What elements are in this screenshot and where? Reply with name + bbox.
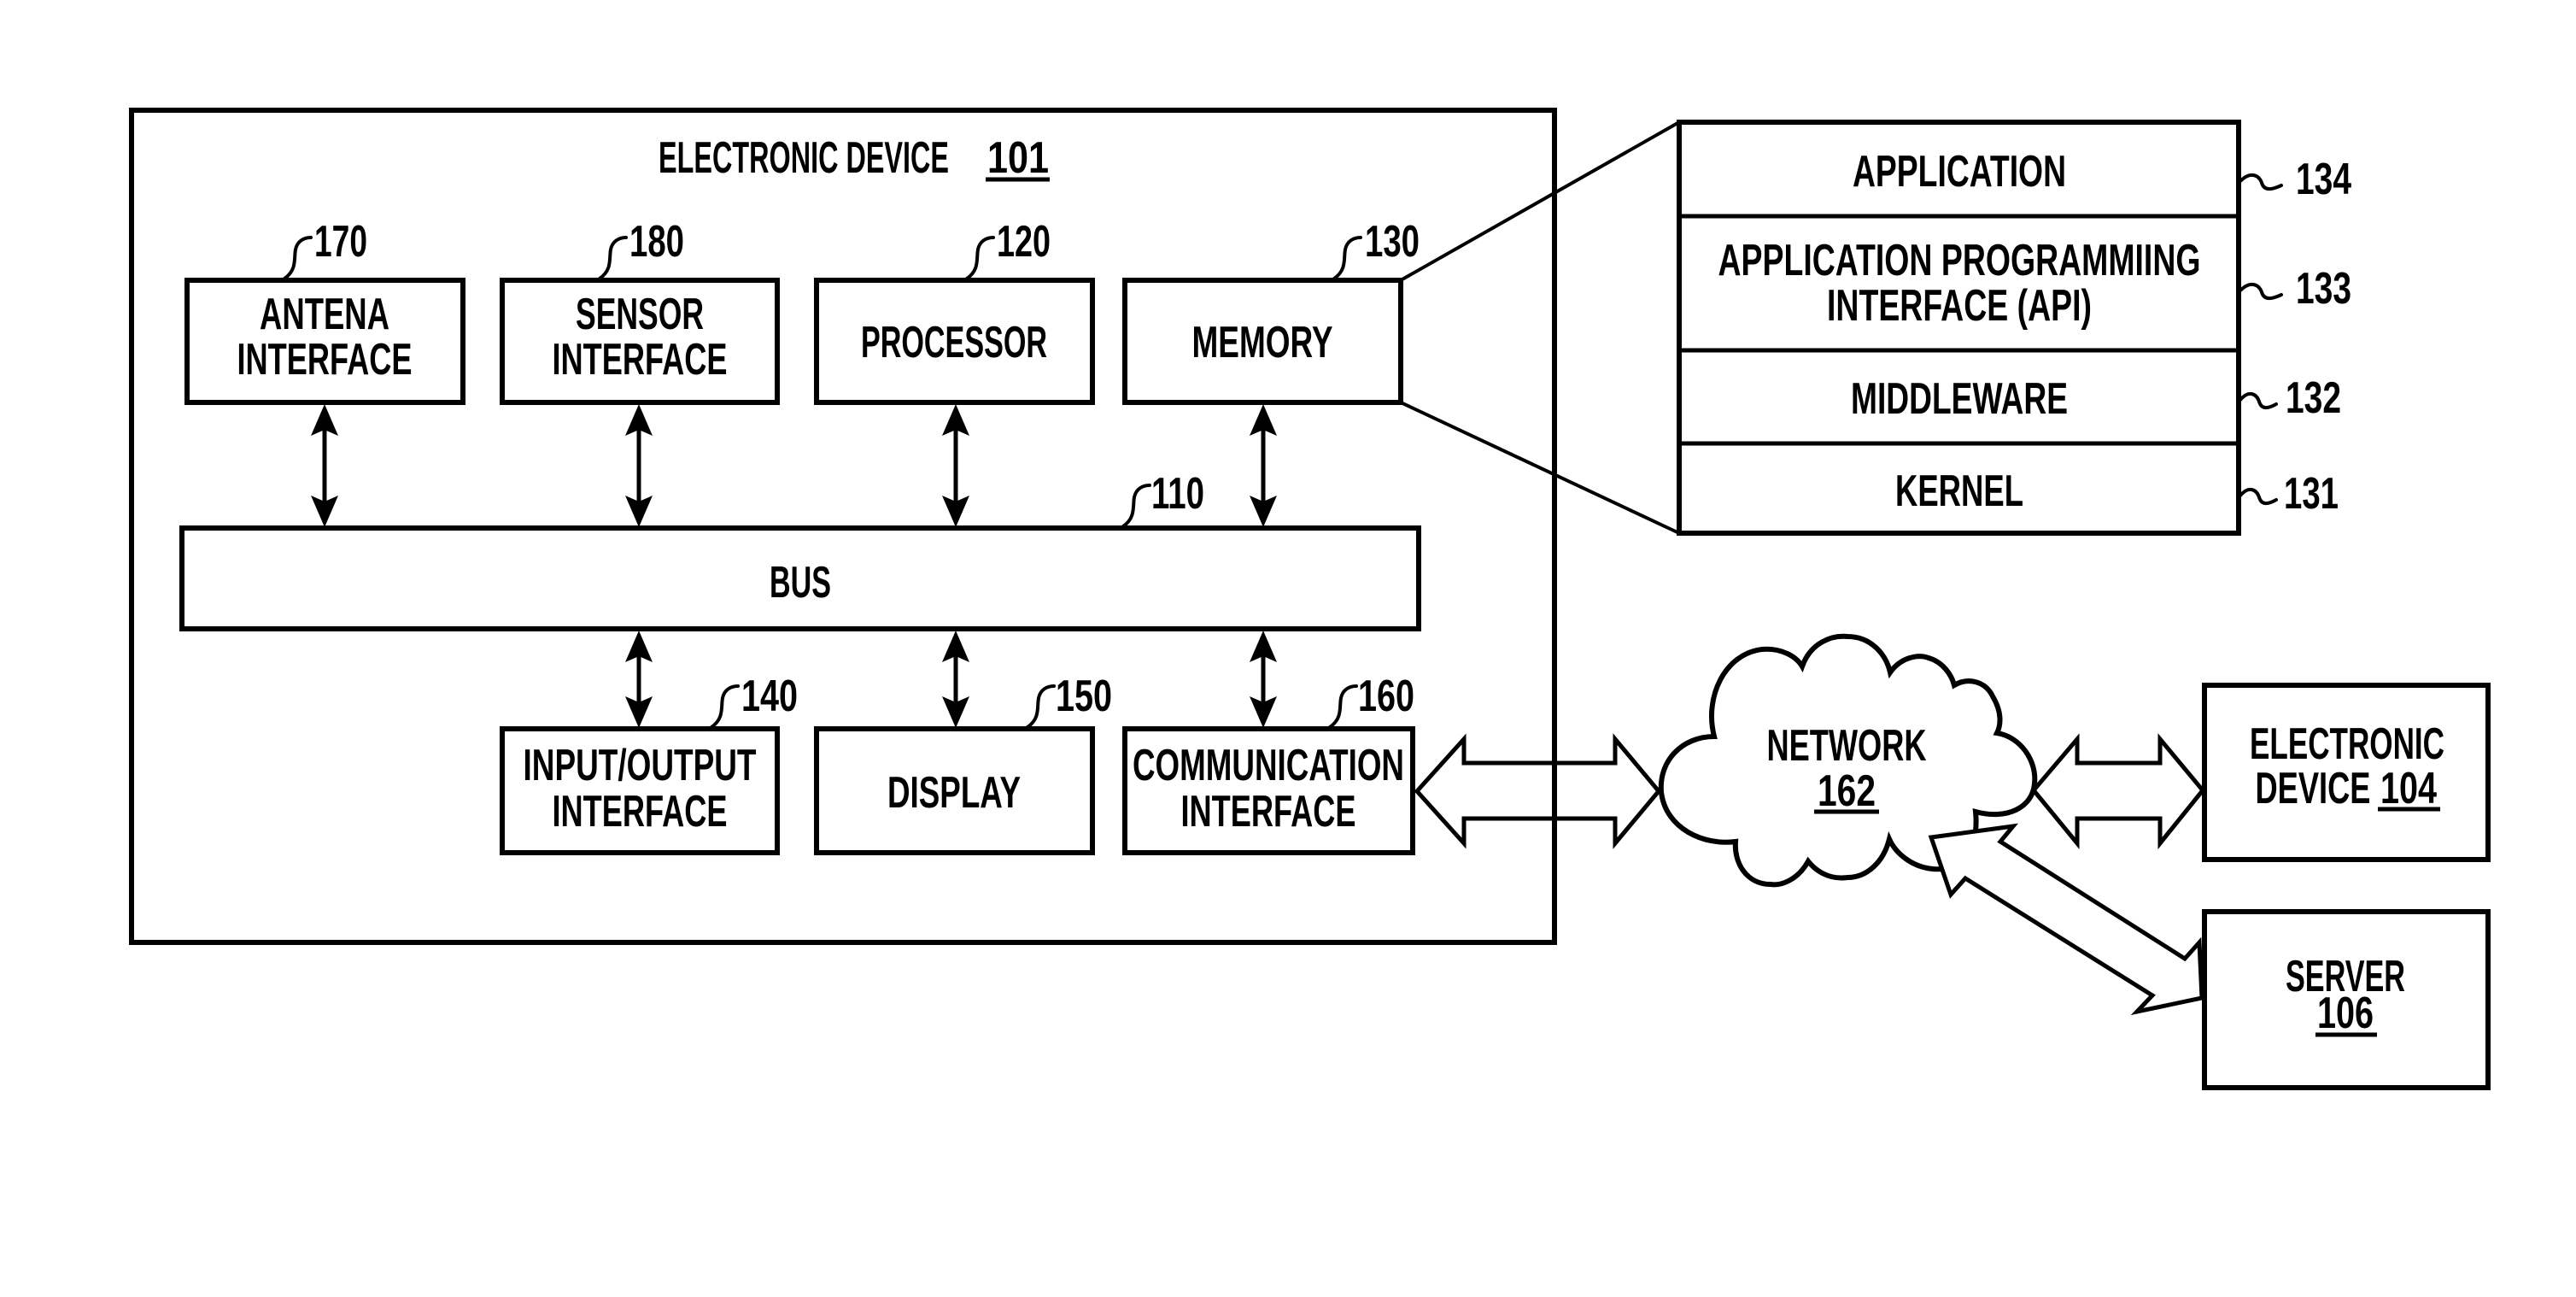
electronic-device-101-title: ELECTRONIC DEVICE 101	[659, 133, 1050, 183]
ref-120: 120	[997, 217, 1051, 267]
ref-leader-131	[2239, 487, 2278, 506]
network-ref: 162	[1818, 766, 1876, 816]
ref-150: 150	[1056, 672, 1112, 721]
sensor-interface-label-line1: SENSOR	[576, 290, 704, 339]
antenna-interface-label-line1: ANTENA	[260, 290, 389, 339]
ref-134: 134	[2296, 155, 2351, 204]
ref-140: 140	[741, 672, 798, 721]
network-device104-double-arrow	[2030, 733, 2206, 850]
processor-label: PROCESSOR	[861, 318, 1047, 367]
block-diagram: ELECTRONIC DEVICE 101 ANTENA INTERFACE 1…	[129, 108, 2491, 1090]
ref-180: 180	[629, 217, 684, 267]
ref-160: 160	[1358, 672, 1414, 721]
stack-application-label: APPLICATION	[1853, 147, 2066, 197]
ref-110: 110	[1151, 469, 1204, 519]
ref-131: 131	[2284, 469, 2339, 519]
ref-170: 170	[314, 217, 367, 267]
sensor-interface-label-line2: INTERFACE	[553, 335, 728, 384]
network-server-double-arrow	[1928, 823, 2204, 1016]
stack-api-label-line1: APPLICATION PROGRAMMIING	[1718, 236, 2201, 285]
network-label: NETWORK	[1767, 721, 1927, 771]
stack-kernel-label: KERNEL	[1895, 467, 2023, 516]
memory-software-stack: APPLICATION APPLICATION PROGRAMMIING INT…	[1677, 120, 2351, 536]
bus-label: BUS	[770, 558, 831, 607]
server-106-block: SERVER 106	[2202, 909, 2491, 1090]
ref-leader-133	[2239, 282, 2283, 301]
communication-interface-label-line1: COMMUNICATION	[1133, 741, 1404, 790]
stack-middleware-label: MIDDLEWARE	[1851, 374, 2068, 424]
antenna-interface-label-line2: INTERFACE	[237, 335, 413, 384]
io-interface-label-line1: INPUT/OUTPUT	[524, 741, 757, 790]
io-interface-label-line2: INTERFACE	[553, 787, 728, 836]
stack-api-label-line2: INTERFACE (API)	[1827, 281, 2092, 331]
communication-interface-label-line2: INTERFACE	[1181, 787, 1356, 836]
main-device-title: ELECTRONIC DEVICE	[659, 133, 949, 183]
electronic-device-104-label-line1: ELECTRONIC	[2250, 719, 2444, 769]
ref-leader-132	[2239, 391, 2278, 410]
electronic-device-104-block: ELECTRONIC DEVICE 104	[2202, 683, 2491, 862]
electronic-device-104-label-line2: DEVICE	[2256, 764, 2371, 813]
ref-132: 132	[2286, 373, 2341, 423]
ref-leader-134	[2239, 173, 2283, 191]
memory-label: MEMORY	[1192, 318, 1333, 367]
server-ref: 106	[2317, 989, 2374, 1038]
main-device-ref: 101	[987, 133, 1049, 183]
ref-130: 130	[1365, 217, 1420, 267]
display-label: DISPLAY	[887, 768, 1021, 818]
ref-133: 133	[2296, 264, 2351, 314]
electronic-device-104-ref: 104	[2380, 764, 2437, 813]
